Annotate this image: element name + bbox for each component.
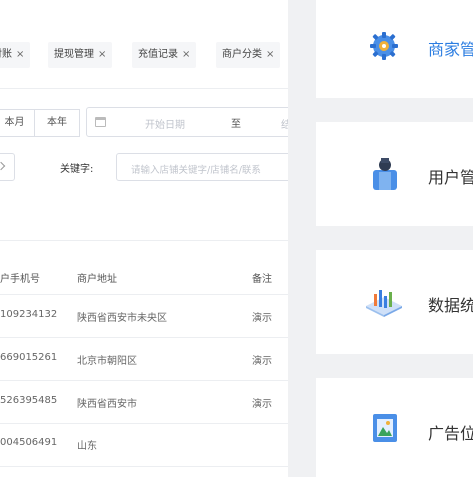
- row-divider: [0, 337, 288, 338]
- divider: [0, 88, 288, 89]
- user-icon: [373, 158, 397, 190]
- chevron-down-icon: [0, 161, 6, 171]
- column-header-address: 商户地址: [77, 274, 117, 285]
- column-header-remark: 备注: [252, 274, 272, 285]
- tab-reconcile[interactable]: 对账 ×: [0, 42, 31, 68]
- cell-phone: 004506491: [0, 437, 58, 448]
- card-label: 数据统: [428, 296, 473, 315]
- close-icon[interactable]: ×: [98, 49, 106, 60]
- cell-phone: 669015261: [0, 352, 58, 363]
- column-header-phone: 户手机号: [0, 274, 40, 285]
- card-merchant-management[interactable]: 商家管: [316, 0, 473, 98]
- card-label: 用户管: [428, 168, 473, 187]
- keyword-label: 关键字:: [60, 164, 94, 175]
- row-divider: [0, 294, 288, 295]
- tab-label: 对账: [0, 49, 12, 60]
- card-label: 广告位: [428, 424, 473, 443]
- close-icon[interactable]: ×: [16, 49, 24, 60]
- card-ad-position[interactable]: 广告位: [316, 378, 473, 477]
- cell-phone: 109234132: [0, 309, 58, 320]
- keyword-placeholder: 请输入店铺关键字/店铺名/联系: [131, 165, 261, 176]
- this-month-button[interactable]: 本月: [0, 109, 34, 137]
- chart-icon: [366, 290, 402, 317]
- status-select[interactable]: [0, 153, 15, 181]
- cell-address: 山东: [77, 441, 97, 452]
- tab-label: 商户分类: [222, 49, 262, 60]
- table-top-border: [0, 240, 288, 241]
- tab-label: 充值记录: [138, 49, 178, 60]
- date-range-picker[interactable]: 开始日期 至 结: [86, 107, 288, 137]
- cell-phone: 526395485: [0, 395, 58, 406]
- gear-icon: [370, 32, 398, 60]
- tab-recharge[interactable]: 充值记录 ×: [132, 42, 197, 68]
- tab-label: 提现管理: [54, 49, 94, 60]
- row-divider: [0, 380, 288, 381]
- picture-icon: [373, 414, 397, 442]
- cell-address: 陕西省西安市未央区: [77, 313, 167, 324]
- cell-address: 陕西省西安市: [77, 399, 137, 410]
- card-label: 商家管: [428, 40, 473, 59]
- date-separator: 至: [231, 119, 241, 130]
- tab-merchant-category[interactable]: 商户分类 ×: [216, 42, 281, 68]
- card-user-management[interactable]: 用户管: [316, 122, 473, 226]
- keyword-search-input[interactable]: 请输入店铺关键字/店铺名/联系: [116, 153, 288, 181]
- admin-panel: 对账 × 提现管理 × 充值记录 × 商户分类 × 本月 本年 开始日期 至 结 关键字…: [0, 0, 288, 477]
- tabs-bar: 对账 × 提现管理 × 充值记录 × 商户分类 ×: [0, 36, 288, 74]
- cell-remark: 演示: [252, 313, 272, 324]
- date-start-placeholder: 开始日期: [145, 120, 185, 131]
- date-end-placeholder: 结: [281, 120, 288, 131]
- cell-address: 北京市朝阳区: [77, 356, 137, 367]
- card-data-statistics[interactable]: 数据统: [316, 250, 473, 354]
- this-year-button[interactable]: 本年: [34, 109, 80, 137]
- tab-withdraw[interactable]: 提现管理 ×: [48, 42, 113, 68]
- screenshot-root: 对账 × 提现管理 × 充值记录 × 商户分类 × 本月 本年 开始日期 至 结 关键字…: [0, 0, 473, 477]
- cell-remark: 演示: [252, 356, 272, 367]
- row-divider: [0, 423, 288, 424]
- cell-remark: 演示: [252, 399, 272, 410]
- calendar-icon: [95, 117, 106, 127]
- close-icon[interactable]: ×: [266, 49, 274, 60]
- row-divider: [0, 466, 288, 467]
- close-icon[interactable]: ×: [182, 49, 190, 60]
